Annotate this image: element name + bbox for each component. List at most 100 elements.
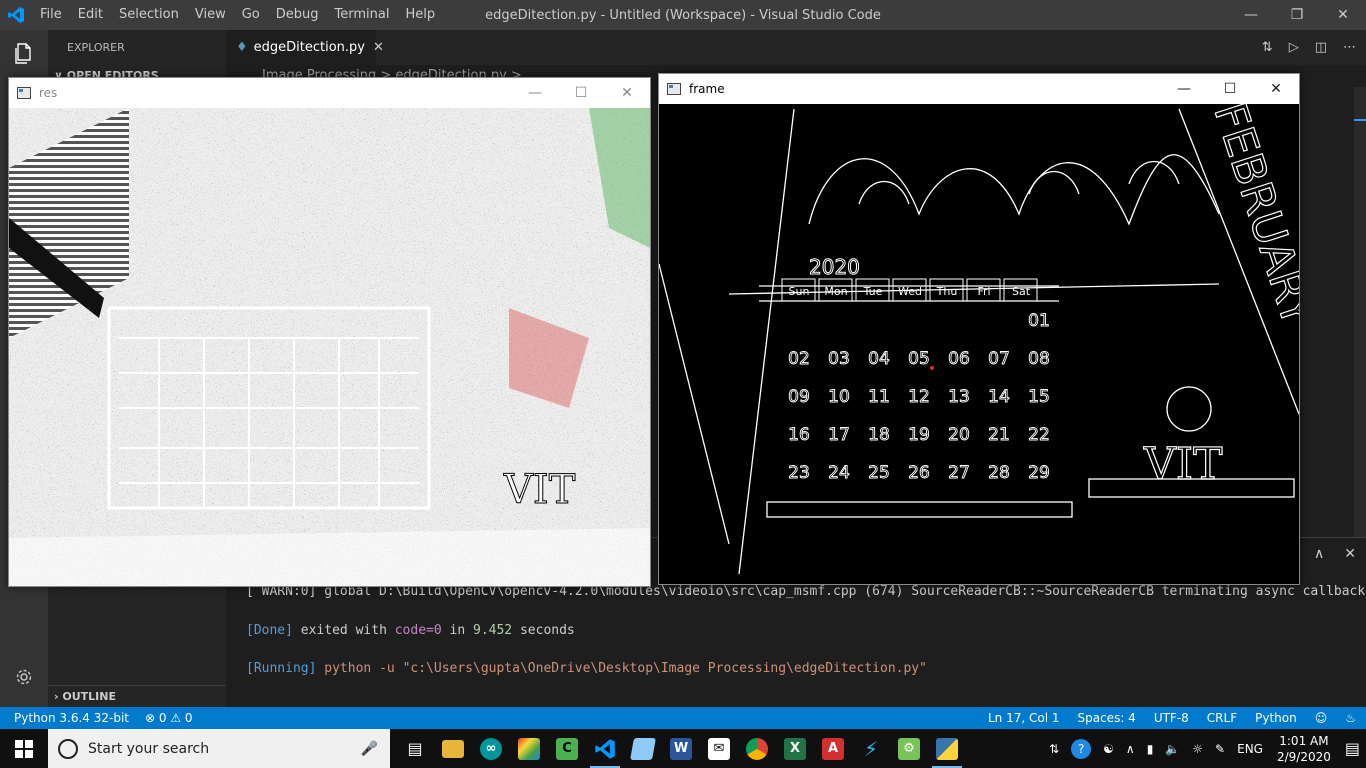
notification-center-icon[interactable]: ▤ xyxy=(1345,739,1360,758)
res-close-button[interactable]: ✕ xyxy=(604,78,650,108)
language-indicator[interactable]: ENG xyxy=(1237,742,1263,756)
lightning-app-icon[interactable]: ⚡ xyxy=(852,729,890,768)
restore-button[interactable]: ❐ xyxy=(1274,0,1320,30)
mail-icon[interactable]: ✉ xyxy=(700,729,738,768)
res-minimize-button[interactable]: — xyxy=(512,78,558,108)
gear-icon[interactable] xyxy=(0,657,48,697)
windows-taskbar: Start your search 🎤 ▤ ∞ C W ✉ X A ⚡ ⚙ ⇅ … xyxy=(0,729,1366,768)
pen-icon[interactable]: ✎ xyxy=(1215,742,1225,756)
close-button[interactable]: ✕ xyxy=(1320,0,1366,30)
feedback-icon[interactable]: ☺ xyxy=(1315,711,1328,725)
frame-minimize-button[interactable]: — xyxy=(1161,74,1207,104)
clock[interactable]: 1:01 AM 2/9/2020 xyxy=(1277,733,1331,765)
day-header: Mon xyxy=(824,285,847,298)
done-seconds: seconds xyxy=(519,623,575,638)
frame-close-button[interactable]: ✕ xyxy=(1253,74,1299,104)
window-app-icon xyxy=(17,87,31,99)
split-editor-icon[interactable]: ◫ xyxy=(1315,40,1327,55)
menu-selection[interactable]: Selection xyxy=(111,0,187,30)
microphone-icon[interactable]: 🎤 xyxy=(361,741,378,757)
encoding[interactable]: UTF-8 xyxy=(1154,711,1189,725)
calendar-date: 09 xyxy=(788,387,810,407)
word-icon[interactable]: W xyxy=(662,729,700,768)
explorer-files-icon[interactable] xyxy=(0,30,48,78)
help-icon[interactable]: ? xyxy=(1071,738,1092,759)
tray-scroll-icon[interactable]: ⇅ xyxy=(1049,742,1059,756)
python-interpreter[interactable]: Python 3.6.4 32-bit xyxy=(14,711,129,725)
menu-debug[interactable]: Debug xyxy=(268,0,327,30)
tab-close-icon[interactable]: ✕ xyxy=(373,40,384,55)
chrome-icon[interactable] xyxy=(738,729,776,768)
calendar-date: 26 xyxy=(908,463,930,483)
android-studio-icon[interactable]: ⚙ xyxy=(890,729,928,768)
frame-logo-text: VIT xyxy=(1143,439,1223,490)
minimize-button[interactable]: — xyxy=(1228,0,1274,30)
close-panel-icon[interactable]: ✕ xyxy=(1344,546,1356,562)
windows-start-icon[interactable] xyxy=(0,729,48,768)
acrobat-icon[interactable]: A xyxy=(814,729,852,768)
wifi-icon[interactable]: ☼ xyxy=(1192,742,1203,756)
cursor-position[interactable]: Ln 17, Col 1 xyxy=(988,711,1060,725)
day-header: Tue xyxy=(863,285,883,298)
done-code: code=0 xyxy=(394,623,442,638)
notifications-bell-icon[interactable]: ♨ xyxy=(1345,711,1356,725)
done-time: 9.452 xyxy=(473,623,513,638)
indentation[interactable]: Spaces: 4 xyxy=(1078,711,1136,725)
calendar-date: 16 xyxy=(788,425,810,445)
chevron-up-icon[interactable]: ∧ xyxy=(1126,742,1135,756)
done-text: exited with xyxy=(300,623,387,638)
res-maximize-button[interactable]: ☐ xyxy=(558,78,604,108)
file-explorer-icon[interactable] xyxy=(434,729,472,768)
clock-time: 1:01 AM xyxy=(1279,733,1329,748)
day-header: Fri xyxy=(977,285,990,298)
calendar-date: 20 xyxy=(948,425,970,445)
menu-view[interactable]: View xyxy=(187,0,234,30)
calendar-date: 21 xyxy=(988,425,1010,445)
res-window[interactable]: res — ☐ ✕ FEBRUAR xyxy=(8,77,651,587)
problems-count[interactable]: ⊗ 0 ⚠ 0 xyxy=(145,711,193,725)
sidebar-title: EXPLORER xyxy=(67,41,125,54)
tab-edgeditection[interactable]: ♦ edgeDitection.py ✕ xyxy=(226,30,384,65)
menu-file[interactable]: File xyxy=(32,0,70,30)
calendar-date: 27 xyxy=(948,463,970,483)
language-mode[interactable]: Python xyxy=(1255,711,1297,725)
compare-icon[interactable]: ⇅ xyxy=(1262,40,1273,55)
run-icon[interactable]: ▷ xyxy=(1289,40,1299,55)
calendar-date: 12 xyxy=(908,387,930,407)
task-view-icon[interactable]: ▤ xyxy=(396,729,434,768)
volume-icon[interactable]: 🔈 xyxy=(1165,742,1180,756)
notepad-icon[interactable] xyxy=(624,729,662,768)
calendar-date: 29 xyxy=(1028,463,1050,483)
more-actions-icon[interactable]: ⋯ xyxy=(1343,40,1356,55)
battery-icon[interactable]: ▮ xyxy=(1147,742,1154,756)
arduino-icon[interactable]: ∞ xyxy=(472,729,510,768)
people-icon[interactable]: ☯ xyxy=(1103,742,1114,756)
outline-section[interactable]: › OUTLINE xyxy=(48,685,226,707)
red-dot xyxy=(930,366,934,370)
frame-titlebar[interactable]: frame — ☐ ✕ xyxy=(659,74,1299,104)
calendar-date: 03 xyxy=(828,349,850,369)
code-editor-icon[interactable]: C xyxy=(548,729,586,768)
calendar-date: 15 xyxy=(1028,387,1050,407)
excel-icon[interactable]: X xyxy=(776,729,814,768)
maximize-panel-icon[interactable]: ∧ xyxy=(1314,546,1324,562)
end-of-line[interactable]: CRLF xyxy=(1207,711,1237,725)
res-titlebar[interactable]: res — ☐ ✕ xyxy=(9,78,650,108)
taskbar-search-box[interactable]: Start your search 🎤 xyxy=(48,729,390,768)
frame-maximize-button[interactable]: ☐ xyxy=(1207,74,1253,104)
calendar-date: 22 xyxy=(1028,425,1050,445)
menu-help[interactable]: Help xyxy=(397,0,443,30)
python-taskbar-icon[interactable] xyxy=(928,729,966,768)
menu-edit[interactable]: Edit xyxy=(70,0,111,30)
vscode-logo-icon xyxy=(0,0,32,30)
calendar-date: 04 xyxy=(868,349,890,369)
calendar-date: 18 xyxy=(868,425,890,445)
editor-scrollbar[interactable] xyxy=(1354,87,1366,537)
colorful-app-icon[interactable] xyxy=(510,729,548,768)
done-in: in xyxy=(449,623,466,638)
calendar-date: 01 xyxy=(1028,311,1050,331)
menu-terminal[interactable]: Terminal xyxy=(327,0,398,30)
menu-go[interactable]: Go xyxy=(234,0,268,30)
frame-window[interactable]: frame — ☐ ✕ 2020 Sun Mon Tue Wed Thu Fri Sat 0… xyxy=(658,73,1300,585)
vscode-taskbar-icon[interactable] xyxy=(586,729,624,768)
